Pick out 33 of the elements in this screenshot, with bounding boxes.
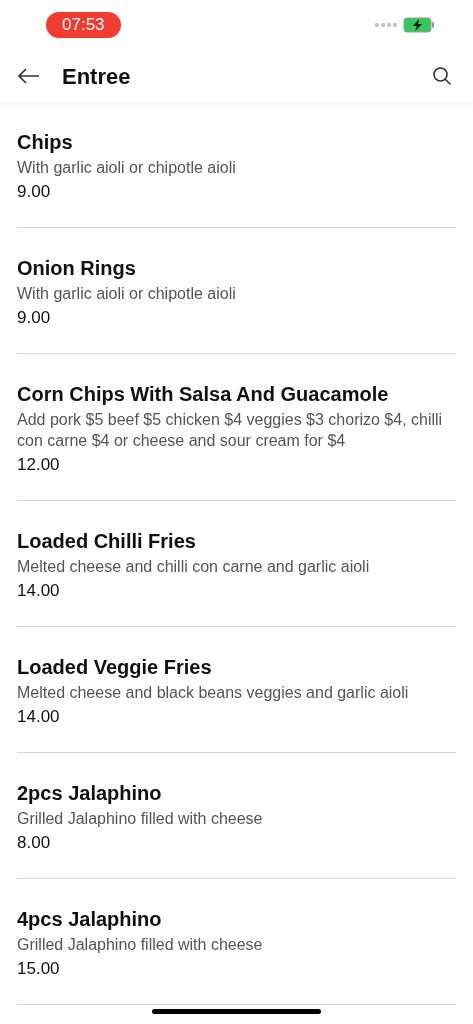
menu-item[interactable]: Chips With garlic aioli or chipotle aioli 9.00 xyxy=(17,102,456,228)
item-name: 4pcs Jalaphino xyxy=(17,907,163,932)
menu-item[interactable]: Onion Rings With garlic aioli or chipotle aioli 9.00 xyxy=(17,228,456,354)
item-name: Corn Chips With Salsa And Guacamole xyxy=(17,382,390,407)
item-price: 12.00 xyxy=(17,454,61,476)
item-description: With garlic aioli or chipotle aioli xyxy=(17,158,237,178)
status-time: 07:53 xyxy=(46,12,121,38)
item-price: 15.00 xyxy=(17,958,61,980)
item-price: 9.00 xyxy=(17,307,52,329)
item-description: Add pork $5 beef $5 chicken $4 veggies $3 chorizo $4, chilli con carne $4 or cheese and sour cream for $4 xyxy=(17,410,444,451)
item-description: Grilled Jalaphino filled with cheese xyxy=(17,935,264,955)
menu-item[interactable]: Loaded Veggie Fries Melted cheese and black beans veggies and garlic aioli 14.00 xyxy=(17,627,456,753)
item-name: Chips xyxy=(17,130,74,155)
menu-item[interactable]: 2pcs Jalaphino Grilled Jalaphino filled with cheese 8.00 xyxy=(17,753,456,879)
menu-item[interactable]: Loaded Chilli Fries Melted cheese and chilli con carne and garlic aioli 14.00 xyxy=(17,501,456,627)
item-description: Grilled Jalaphino filled with cheese xyxy=(17,809,264,829)
search-button[interactable] xyxy=(430,64,454,88)
item-price: 8.00 xyxy=(17,832,52,854)
signal-icon xyxy=(375,23,397,27)
menu-item[interactable]: 4pcs Jalaphino Grilled Jalaphino filled with cheese 15.00 xyxy=(17,879,456,1005)
item-name: Loaded Veggie Fries xyxy=(17,655,213,680)
item-name: Onion Rings xyxy=(17,256,137,281)
item-description: Melted cheese and chilli con carne and garlic aioli xyxy=(17,557,371,577)
item-name: 2pcs Jalaphino xyxy=(17,781,163,806)
battery-charging-icon xyxy=(403,17,435,33)
item-description: Melted cheese and black beans veggies and garlic aioli xyxy=(17,683,410,703)
menu-item[interactable]: Corn Chips With Salsa And Guacamole Add pork $5 beef $5 chicken $4 veggies $3 chorizo $4, chilli con carne $4 or cheese and sour cream for $4 12.00 xyxy=(17,354,456,501)
item-description: With garlic aioli or chipotle aioli xyxy=(17,284,237,304)
item-name: Loaded Chilli Fries xyxy=(17,529,197,554)
item-price: 14.00 xyxy=(17,706,61,728)
page-title: Entree xyxy=(62,62,131,91)
item-price: 9.00 xyxy=(17,181,52,203)
item-price: 14.00 xyxy=(17,580,61,602)
